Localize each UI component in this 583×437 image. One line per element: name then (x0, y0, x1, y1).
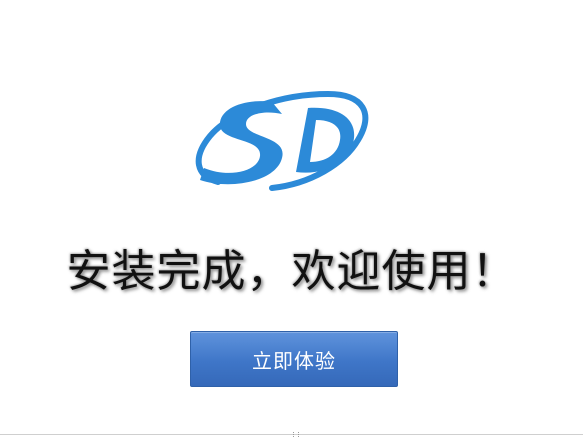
installer-complete-window: 安装完成，欢迎使用！ 立即体验 (0, 0, 583, 437)
sd-logo-icon (188, 88, 374, 192)
bottom-divider (0, 434, 583, 435)
resize-grip (293, 432, 299, 437)
start-experience-button[interactable]: 立即体验 (190, 331, 398, 387)
completion-message: 安装完成，欢迎使用！ (66, 246, 517, 297)
